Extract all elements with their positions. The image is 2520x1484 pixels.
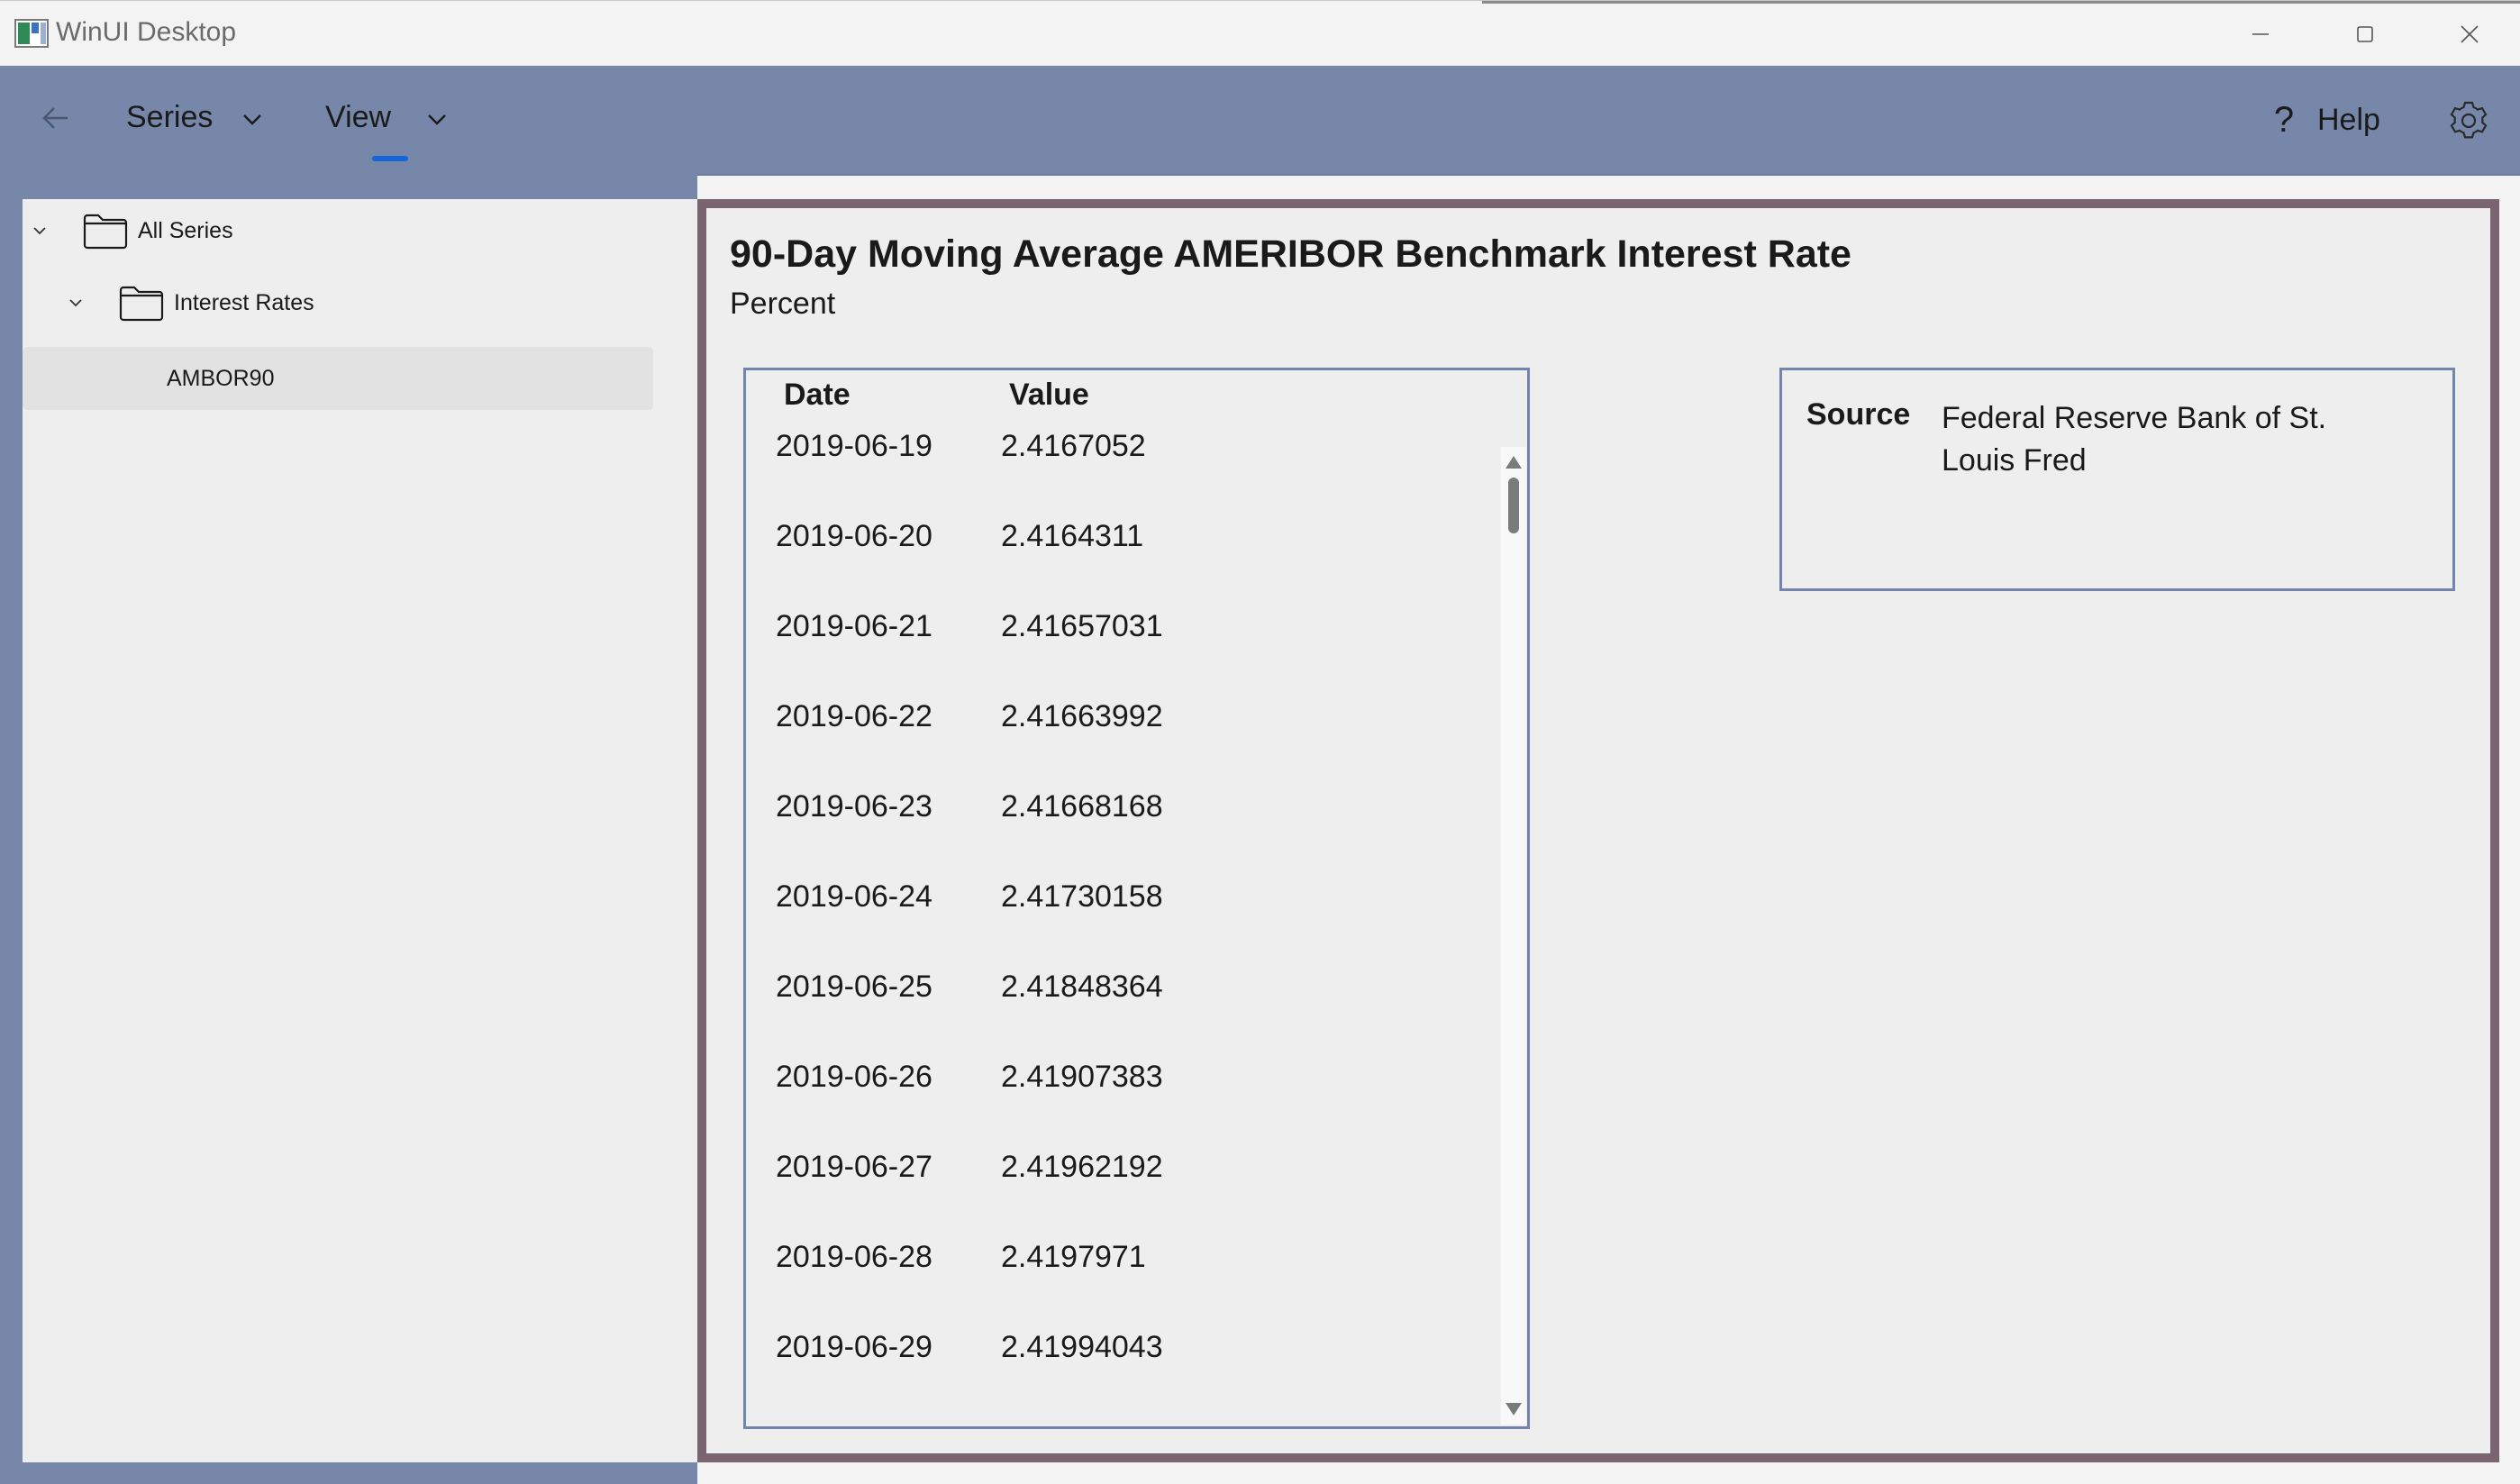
- cell-date: 2019-06-22: [776, 699, 932, 733]
- cell-value: 2.41848364: [1001, 970, 1163, 1004]
- minimize-button[interactable]: [2208, 1, 2313, 67]
- close-button[interactable]: [2417, 1, 2520, 67]
- menu-bar: Series View ? Help: [0, 66, 2520, 176]
- scrollbar-thumb[interactable]: [1508, 478, 1519, 533]
- cell-date: 2019-06-23: [776, 789, 932, 824]
- series-tree: All Series Interest Rates AMBOR90: [23, 199, 697, 1462]
- back-button[interactable]: [31, 93, 81, 143]
- table-row[interactable]: 2019-06-25 2.41848364: [746, 970, 1503, 1060]
- cell-value: 2.41907383: [1001, 1060, 1163, 1094]
- cell-value: 2.4164311: [1001, 519, 1144, 553]
- folder-icon: [83, 214, 128, 250]
- column-header-value: Value: [1009, 378, 1089, 412]
- cell-value: 2.41668168: [1001, 789, 1163, 824]
- tree-selection-highlight: [23, 347, 653, 410]
- cell-date: 2019-06-21: [776, 609, 932, 643]
- chevron-down-icon: [428, 114, 446, 125]
- table-row[interactable]: 2019-06-26 2.41907383: [746, 1060, 1503, 1150]
- tree-item-label: All Series: [138, 217, 233, 243]
- table-row[interactable]: 2019-06-19 2.4167052: [746, 429, 1503, 519]
- source-label: Source: [1806, 397, 1911, 432]
- vertical-scrollbar[interactable]: [1501, 447, 1526, 1425]
- cell-date: 2019-06-26: [776, 1060, 932, 1094]
- cell-value: 2.41994043: [1001, 1330, 1163, 1364]
- menu-series[interactable]: Series: [126, 100, 270, 154]
- scroll-down-arrow-icon[interactable]: [1506, 1403, 1522, 1416]
- scroll-up-arrow-icon[interactable]: [1506, 456, 1522, 469]
- tree-item-label: Interest Rates: [174, 289, 314, 315]
- question-mark-icon: ?: [2273, 99, 2295, 140]
- title-bar: WinUI Desktop: [0, 0, 2520, 67]
- arrow-left-icon: [42, 107, 68, 129]
- gear-icon[interactable]: [2445, 97, 2492, 144]
- cell-date: 2019-06-29: [776, 1330, 932, 1364]
- table-row[interactable]: 2019-06-29 2.41994043: [746, 1330, 1503, 1420]
- tree-item-ambor90[interactable]: AMBOR90: [167, 347, 274, 410]
- cell-date: 2019-06-25: [776, 970, 932, 1004]
- table-row[interactable]: 2019-06-27 2.41962192: [746, 1150, 1503, 1240]
- folder-icon: [119, 286, 164, 322]
- maximize-icon: [2357, 25, 2373, 42]
- minimize-icon: [2252, 32, 2269, 35]
- chevron-down-icon: [243, 114, 261, 125]
- cell-value: 2.4197971: [1001, 1240, 1146, 1274]
- chevron-down-icon[interactable]: [28, 219, 51, 242]
- tree-item-label: AMBOR90: [167, 365, 275, 391]
- app-icon: [14, 19, 49, 48]
- cell-date: 2019-06-28: [776, 1240, 932, 1274]
- cell-value: 2.41657031: [1001, 609, 1163, 643]
- tree-item-interest-rates[interactable]: Interest Rates: [64, 271, 314, 334]
- selected-menu-indicator: [372, 156, 408, 161]
- table-row[interactable]: 2019-06-20 2.4164311: [746, 519, 1503, 609]
- maximize-button[interactable]: [2313, 1, 2417, 67]
- chevron-down-icon[interactable]: [64, 291, 87, 314]
- series-units: Percent: [730, 287, 836, 321]
- table-row[interactable]: 2019-06-23 2.41668168: [746, 789, 1503, 879]
- cell-date: 2019-06-20: [776, 519, 932, 553]
- menu-series-label: Series: [126, 100, 214, 134]
- cell-value: 2.41730158: [1001, 879, 1163, 914]
- observations-table: Date Value 2019-06-19 2.4167052 2019-06-2…: [743, 368, 1530, 1429]
- cell-value: 2.41663992: [1001, 699, 1163, 733]
- help-label: Help: [2317, 102, 2380, 137]
- cell-date: 2019-06-24: [776, 879, 932, 914]
- menu-view-label: View: [325, 100, 392, 134]
- cell-value: 2.4167052: [1001, 429, 1146, 463]
- tree-item-all-series[interactable]: All Series: [28, 199, 233, 262]
- source-value: Federal Reserve Bank of St. Louis Fred: [1942, 401, 2327, 478]
- table-row[interactable]: 2019-06-28 2.4197971: [746, 1240, 1503, 1330]
- table-row[interactable]: 2019-06-22 2.41663992: [746, 699, 1503, 789]
- column-header-date: Date: [784, 378, 851, 412]
- table-row[interactable]: 2019-06-24 2.41730158: [746, 879, 1503, 970]
- cell-date: 2019-06-27: [776, 1150, 932, 1184]
- cell-date: 2019-06-19: [776, 429, 932, 463]
- table-row[interactable]: 2019-06-21 2.41657031: [746, 609, 1503, 699]
- close-icon: [2461, 24, 2479, 43]
- help-button[interactable]: ? Help: [2270, 93, 2380, 147]
- series-title: 90-Day Moving Average AMERIBOR Benchmark…: [730, 232, 1851, 276]
- menu-view[interactable]: View: [325, 100, 456, 154]
- source-info-box: Source Federal Reserve Bank of St. Louis…: [1779, 368, 2455, 591]
- window-title: WinUI Desktop: [56, 17, 237, 47]
- cell-value: 2.41962192: [1001, 1150, 1163, 1184]
